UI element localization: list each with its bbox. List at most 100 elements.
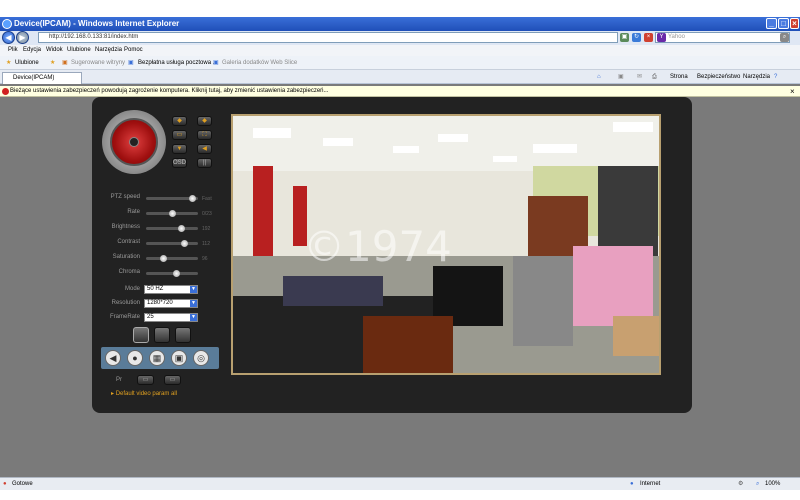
close-button[interactable]: × <box>790 18 799 29</box>
zoom-out-button[interactable]: ◆ <box>197 116 212 126</box>
menu-view[interactable]: Widok <box>46 45 63 56</box>
focus-near-button[interactable]: ▭ <box>172 130 187 140</box>
label-ptz-speed: PTZ speed <box>110 194 140 200</box>
iris-open-button[interactable]: ▼ <box>172 144 187 154</box>
zoom-level[interactable]: 100% <box>765 478 780 490</box>
protected-mode-icon[interactable]: ⚙ <box>738 478 743 490</box>
layout-quad-button[interactable] <box>154 327 170 343</box>
pause-button[interactable]: || <box>197 158 212 168</box>
preset-call-button[interactable]: ▭ <box>164 375 181 385</box>
menu-help[interactable]: Pomoc <box>124 45 143 56</box>
preset-label: Pr <box>116 377 122 383</box>
top-strip <box>0 0 800 17</box>
snapshot-icon[interactable]: ▣ <box>171 350 187 366</box>
fav-item-mail[interactable]: Bezpłatna usługa pocztowa ... <box>138 56 218 70</box>
fav-item-webslice[interactable]: Galeria dodatków Web Slice <box>222 56 297 70</box>
settings-icon[interactable]: ◎ <box>193 350 209 366</box>
video-feed[interactable]: ©1974 <box>231 114 661 375</box>
tab-device[interactable]: Device(IPCAM) <box>2 72 82 84</box>
chevron-down-icon[interactable]: ▼ <box>190 300 197 307</box>
command-tools[interactable]: Narzędzia <box>743 70 770 84</box>
slider-saturation[interactable] <box>146 255 198 262</box>
slider-knob[interactable] <box>173 270 180 277</box>
command-security[interactable]: Bezpieczeństwo <box>697 70 740 84</box>
tab-label: Device(IPCAM) <box>13 75 55 81</box>
menu-file[interactable]: Plik <box>8 45 18 56</box>
print-icon[interactable]: ⎙ <box>652 70 657 84</box>
favorites-bar: ★ Ulubione ★ ▣ Sugerowane witryny ▣ Bezp… <box>0 56 800 70</box>
ptz-joystick-center[interactable] <box>129 137 139 147</box>
slider-knob[interactable] <box>178 225 185 232</box>
iris-close-button[interactable]: ◀ <box>197 144 212 154</box>
mail-read-icon[interactable]: ✉ <box>637 70 642 84</box>
preset-set-button[interactable]: ▭ <box>137 375 154 385</box>
feeds-icon[interactable]: ▣ <box>618 70 624 84</box>
status-text: Gotowe <box>12 481 33 487</box>
focus-far-button[interactable]: ⛶ <box>197 130 212 140</box>
layout-nine-button[interactable] <box>175 327 191 343</box>
refresh-icon[interactable]: ↻ <box>632 33 641 42</box>
framerate-select[interactable]: 25 ▼ <box>144 313 198 322</box>
compat-icon[interactable]: ▣ <box>620 33 629 42</box>
add-favorite-icon[interactable]: ★ <box>50 56 55 70</box>
slider-brightness[interactable] <box>146 225 198 232</box>
label-chroma: Chroma <box>118 269 140 275</box>
favorites-button[interactable]: Ulubione <box>15 56 39 70</box>
default-video-link[interactable]: ▸ Default video param all <box>111 390 177 397</box>
help-icon[interactable]: ? <box>774 70 777 84</box>
label-mode: Mode <box>124 286 140 292</box>
menu-tools[interactable]: Narzędzia <box>95 45 122 56</box>
slider-chroma[interactable] <box>146 270 198 277</box>
star-icon: ★ <box>6 60 12 66</box>
title-bar: Device(IPCAM) - Windows Internet Explore… <box>0 17 800 31</box>
command-page[interactable]: Strona <box>670 70 688 84</box>
chevron-down-icon[interactable]: ▼ <box>190 286 197 293</box>
back-icon[interactable]: ◀ <box>2 31 15 44</box>
value-contrast: 112 <box>202 241 210 247</box>
zoom-icon[interactable]: ⌕ <box>756 478 759 490</box>
security-info-bar[interactable]: Bieżące ustawienia zabezpieczeń powodują… <box>0 86 800 97</box>
slider-knob[interactable] <box>181 240 188 247</box>
slider-knob[interactable] <box>189 195 196 202</box>
tab-row: Device(IPCAM) ⌂ ▣ ✉ ⎙ Strona Bezpieczeńs… <box>0 70 800 84</box>
mode-select[interactable]: 50 HZ ▼ <box>144 285 198 294</box>
slider-knob[interactable] <box>169 210 176 217</box>
infobar-close-icon[interactable]: × <box>790 86 795 97</box>
slider-ptz-speed[interactable] <box>146 195 198 202</box>
minimize-button[interactable]: _ <box>766 18 777 29</box>
menu-favorites[interactable]: Ulubione <box>67 45 91 56</box>
label-saturation: Saturation <box>112 254 140 260</box>
audio-icon[interactable]: ◀ <box>105 350 121 366</box>
zoom-in-button[interactable]: ◆ <box>172 116 187 126</box>
info-text: Bieżące ustawienia zabezpieczeń powodują… <box>10 88 329 94</box>
stop-icon[interactable]: × <box>644 33 653 42</box>
address-input[interactable]: http://192.168.0.133:81/index.htm <box>38 32 618 43</box>
slider-contrast[interactable] <box>146 240 198 247</box>
record-icon[interactable]: ▦ <box>149 350 165 366</box>
value-ptz-speed: Fast <box>202 196 212 202</box>
warning-icon: ● <box>3 481 7 487</box>
resolution-value: 1280*720 <box>147 300 173 306</box>
mail-icon: ▣ <box>128 60 134 66</box>
osd-button[interactable]: OSD <box>172 158 187 168</box>
status-bar: ● Gotowe ● Internet ⚙ ⌕ 100% <box>0 477 800 490</box>
microphone-icon[interactable]: ● <box>127 350 143 366</box>
zone-text: Internet <box>640 481 661 487</box>
maximize-button[interactable]: □ <box>778 18 789 29</box>
home-icon[interactable]: ⌂ <box>597 70 601 84</box>
slider-rate[interactable] <box>146 210 198 217</box>
label-contrast: Contrast <box>117 239 140 245</box>
slider-knob[interactable] <box>160 255 167 262</box>
search-icon[interactable]: ⌕ <box>780 33 789 42</box>
resolution-select[interactable]: 1280*720 ▼ <box>144 299 198 308</box>
bottom-strip <box>0 490 800 500</box>
layout-single-button[interactable] <box>133 327 149 343</box>
forward-icon[interactable]: ▶ <box>16 31 29 44</box>
chevron-down-icon[interactable]: ▼ <box>190 314 197 321</box>
label-rate: Rate <box>127 209 140 215</box>
warning-icon <box>2 88 9 95</box>
fav-item-suggested[interactable]: Sugerowane witryny <box>71 56 125 70</box>
menu-edit[interactable]: Edycja <box>23 45 41 56</box>
default-video-link-text: Default video param all <box>115 391 178 397</box>
search-input[interactable]: Yahoo <box>655 32 790 43</box>
